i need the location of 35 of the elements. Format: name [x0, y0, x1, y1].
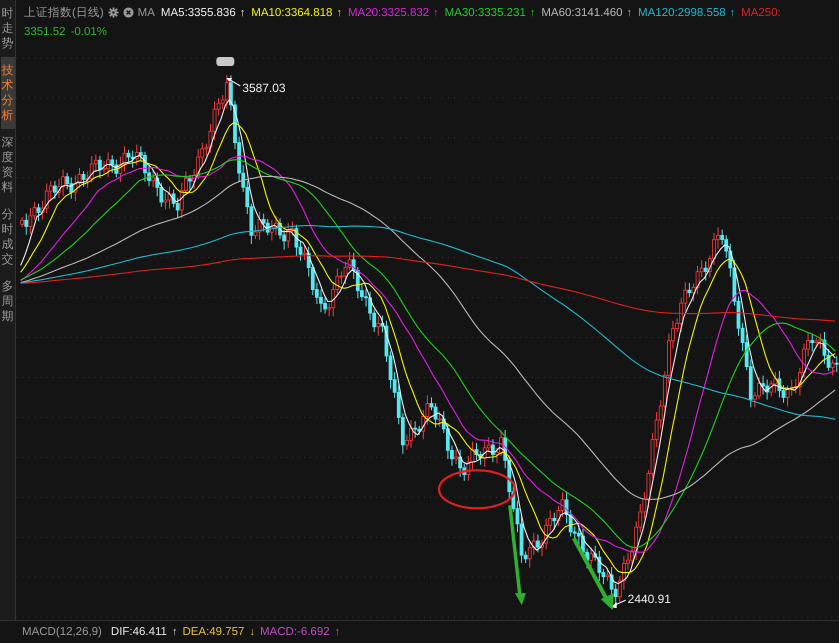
settings-icon[interactable]: [108, 7, 119, 18]
moving-average-value: MA10:3364.818: [251, 6, 332, 19]
moving-average-value: MA20:3325.832: [348, 6, 430, 19]
moving-average-value: MA60:3141.460: [541, 6, 623, 19]
trend-arrow: ↓: [249, 626, 255, 638]
macd-value: DIF:46.411: [110, 626, 167, 638]
moving-average-value: MA120:2998.558: [638, 6, 726, 19]
trend-arrow: ↑: [530, 6, 536, 19]
close-icon[interactable]: [122, 7, 134, 18]
price-change: -0.01%: [70, 26, 108, 38]
sidebar-tab[interactable]: 深度资料: [0, 129, 14, 201]
trend-arrow: ↑: [240, 6, 246, 19]
trend-arrow: ↑: [334, 626, 340, 638]
macd-value: MACD:-6.692: [260, 626, 330, 638]
moving-average-value: MA5:3355.836: [160, 6, 236, 19]
sidebar-tab[interactable]: 多周期: [0, 273, 14, 330]
indicator-label: MA: [138, 6, 155, 19]
last-price: 3351.52: [24, 26, 66, 38]
moving-average-value: MA250:: [741, 6, 781, 19]
macd-value: DEA:49.757: [182, 626, 244, 638]
macd-title: MACD(12,26,9): [22, 626, 102, 638]
high-price-label: 3587.03: [242, 80, 286, 95]
trend-arrow: ↑: [172, 626, 178, 638]
trend-arrow: ↑: [433, 6, 439, 19]
leader-line: [226, 78, 241, 86]
marker-tag-icon: [216, 56, 234, 66]
index-title: 上证指数(日线): [24, 6, 104, 20]
sidebar-tab[interactable]: 技术分析: [0, 57, 14, 129]
low-price-label: 2440.91: [628, 592, 671, 606]
trend-arrow: ↑: [730, 6, 736, 19]
sidebar-tab[interactable]: 分时成交: [0, 201, 14, 273]
sidebar-tab[interactable]: 时走势: [0, 0, 14, 57]
trend-arrow: ↑: [336, 6, 342, 19]
moving-average-value: MA30:3335.231: [444, 6, 526, 19]
trend-arrow: ↑: [626, 6, 632, 19]
